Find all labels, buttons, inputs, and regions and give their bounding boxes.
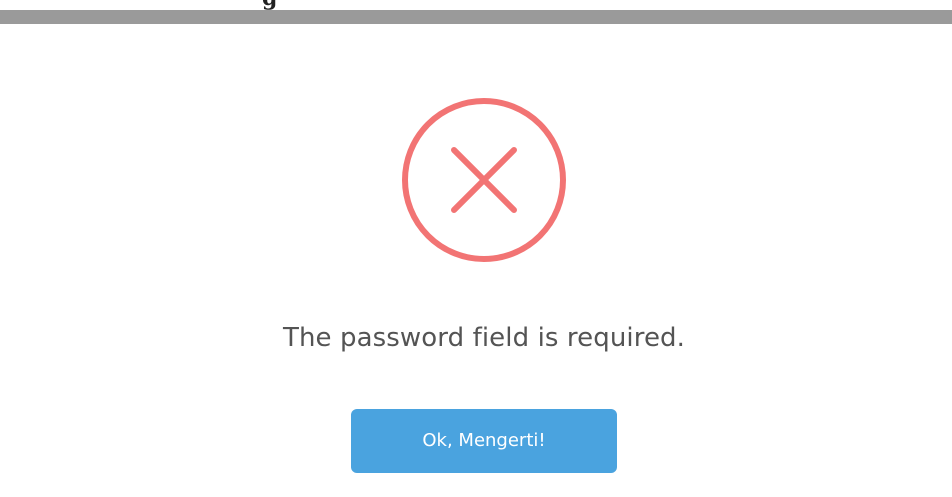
- page: g The password field is required. Ok, Me…: [0, 0, 952, 497]
- confirm-button[interactable]: Ok, Mengerti!: [351, 409, 617, 473]
- backdrop-heading: g: [262, 0, 277, 9]
- backdrop-page: g: [0, 0, 952, 10]
- overlay-strip: [0, 10, 952, 24]
- error-x-icon: [402, 98, 566, 262]
- alert-message: The password field is required.: [282, 323, 686, 353]
